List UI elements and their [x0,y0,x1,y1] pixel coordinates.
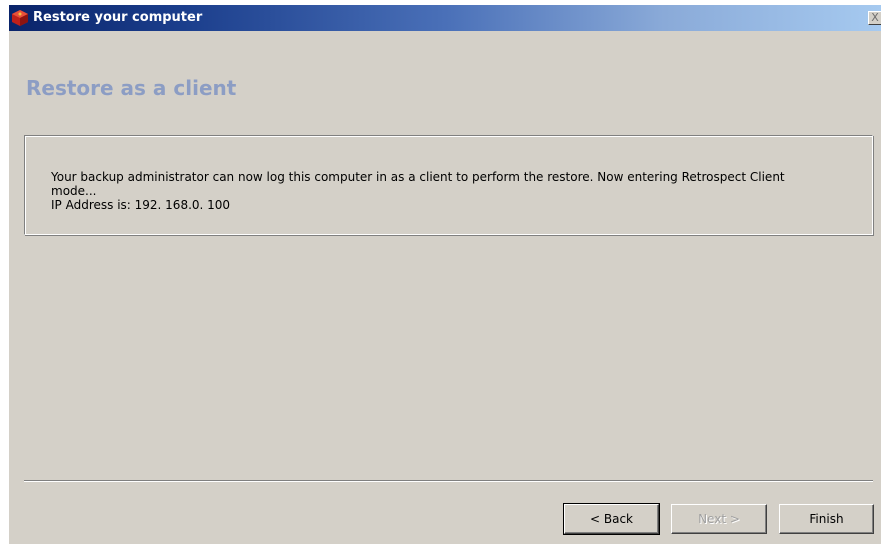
finish-button[interactable]: Finish [779,504,874,534]
message-text: Your backup administrator can now log th… [51,170,851,212]
retrospect-app-icon [12,10,28,26]
page-heading: Restore as a client [26,76,237,100]
close-button[interactable]: X [868,11,881,25]
close-icon: X [871,11,879,24]
back-button[interactable]: < Back [563,503,660,535]
message-line-continued: mode... [51,184,97,198]
next-button[interactable]: Next > [671,504,767,534]
ip-address-line: IP Address is: 192. 168.0. 100 [51,198,231,212]
message-line: Your backup administrator can now log th… [51,170,785,184]
restore-dialog: Restore your computer X Restore as a cli… [8,5,881,544]
window-title: Restore your computer [33,10,203,25]
message-panel: Your backup administrator can now log th… [24,135,873,235]
title-bar[interactable]: Restore your computer X [9,5,881,31]
footer-divider [24,480,873,482]
